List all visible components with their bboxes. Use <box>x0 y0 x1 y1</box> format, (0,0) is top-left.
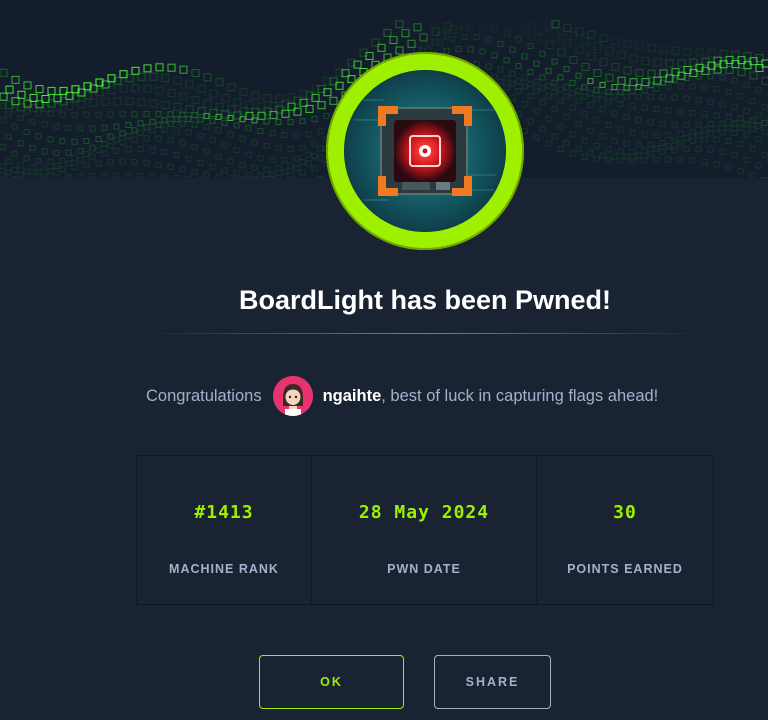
modal-title: BoardLight has been Pwned! <box>238 285 612 315</box>
username-link[interactable]: ngaihte <box>323 387 382 406</box>
points-earned-label: POINTS EARNED <box>567 562 683 576</box>
congrats-suffix: , best of luck in capturing flags ahead! <box>381 386 659 405</box>
machine-badge <box>326 52 524 250</box>
stat-machine-rank: #1413 MACHINE RANK <box>137 456 312 604</box>
share-button[interactable]: SHARE <box>434 655 551 709</box>
points-earned-value: 30 <box>613 502 637 523</box>
user-avatar <box>272 376 313 416</box>
congrats-message: Congratulations ngaihte , best of luck i… <box>146 376 658 416</box>
title-divider <box>142 333 708 334</box>
stat-points-earned: 30 POINTS EARNED <box>537 456 713 604</box>
machine-badge-icon <box>344 70 506 232</box>
congrats-prefix: Congratulations <box>146 386 262 405</box>
machine-rank-label: MACHINE RANK <box>169 562 279 576</box>
pwn-date-value: 28 May 2024 <box>358 502 490 523</box>
pwn-date-label: PWN DATE <box>387 562 461 576</box>
stat-pwn-date: 28 May 2024 PWN DATE <box>312 456 537 604</box>
stats-panel: #1413 MACHINE RANK 28 May 2024 PWN DATE … <box>136 455 714 605</box>
ok-button[interactable]: OK <box>259 655 404 709</box>
machine-rank-value: #1413 <box>194 502 254 523</box>
